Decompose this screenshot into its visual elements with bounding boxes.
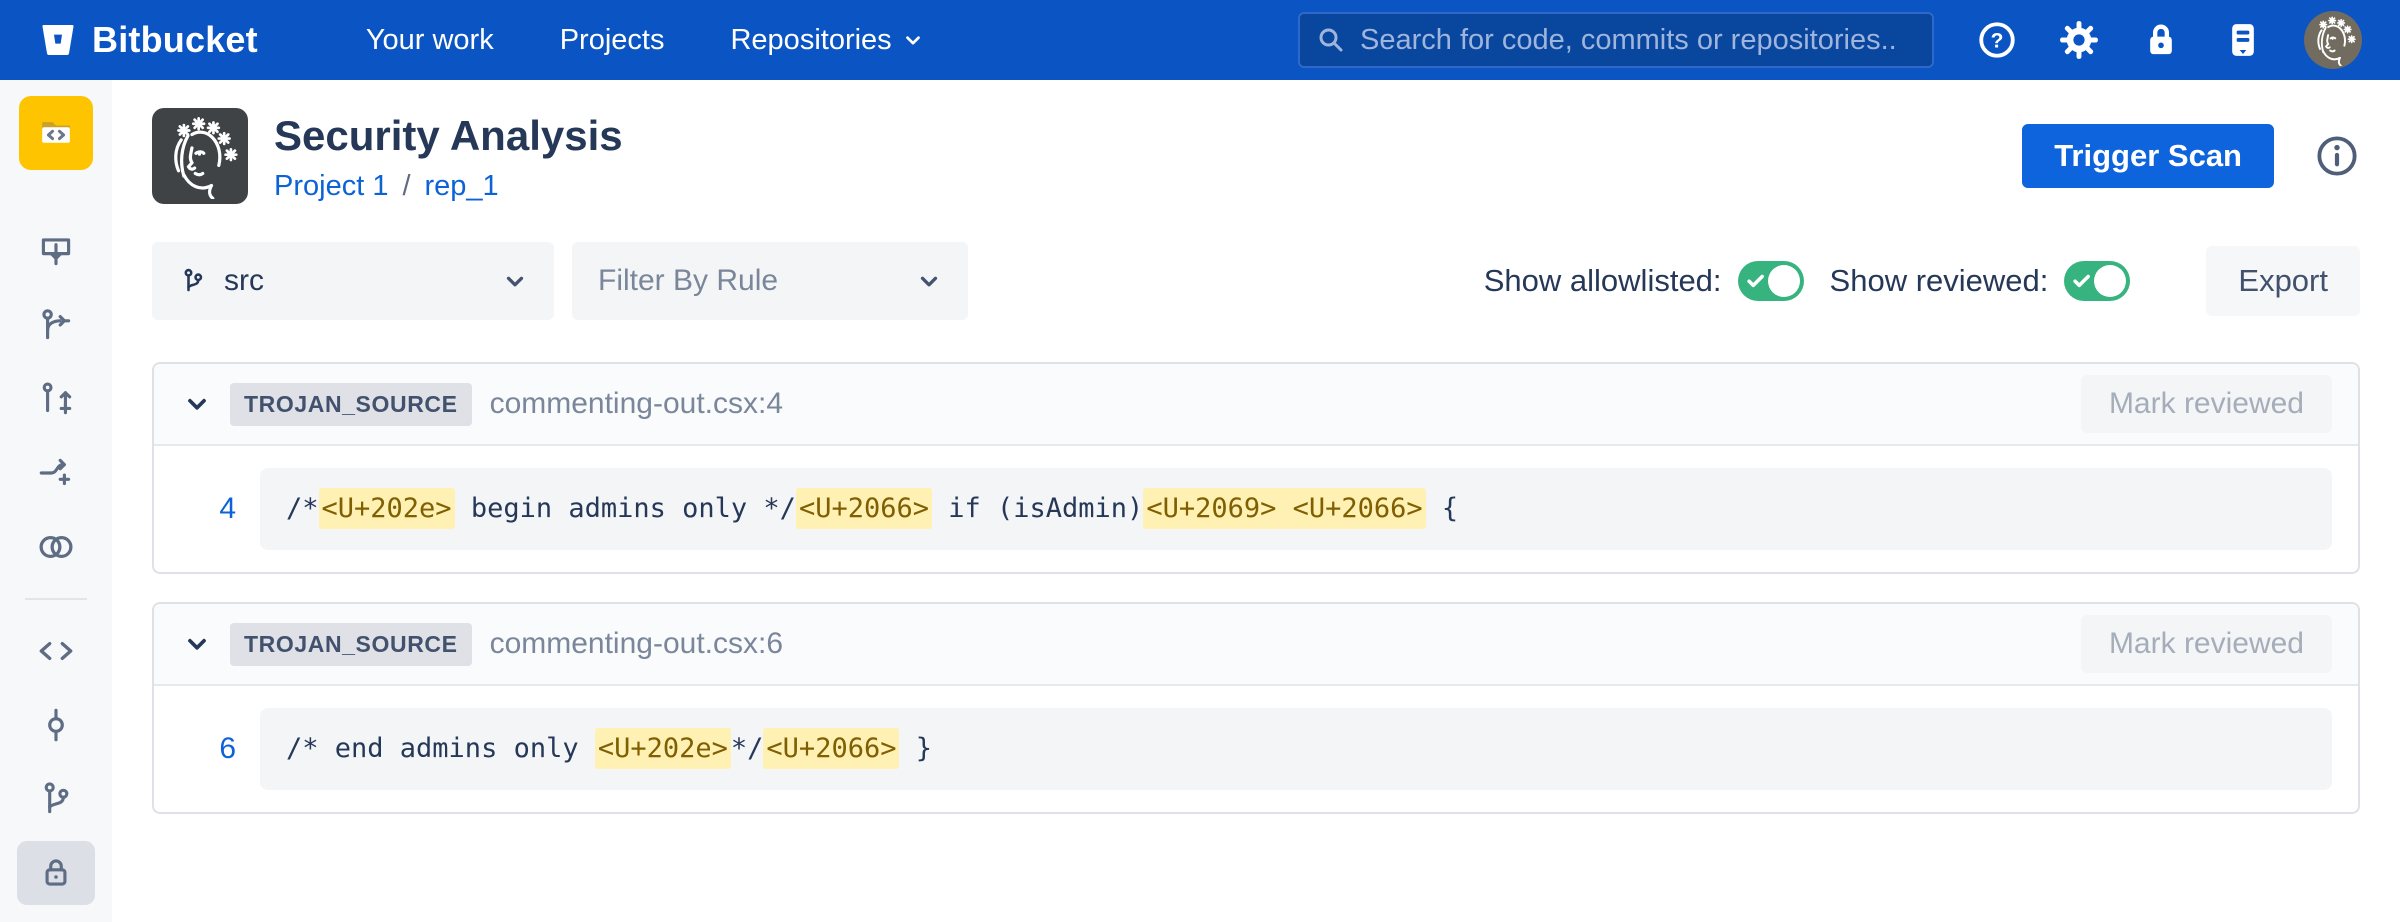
breadcrumb: Project 1 / rep_1 xyxy=(274,170,623,203)
sidebar-divider xyxy=(25,598,87,600)
bitbucket-bucket-icon xyxy=(38,20,78,60)
feedback-icon[interactable] xyxy=(2222,19,2264,61)
chevron-down-icon xyxy=(902,29,924,51)
finding-card-header: TROJAN_SOURCE commenting-out.csx:6 Mark … xyxy=(154,604,2358,686)
rule-badge: TROJAN_SOURCE xyxy=(230,383,472,426)
sidebar-compare-circles-icon[interactable] xyxy=(17,515,95,579)
line-number: 4 xyxy=(180,492,236,526)
filter-toolbar: src Filter By Rule Show allowlisted: xyxy=(152,242,2360,320)
branch-icon xyxy=(178,266,208,296)
check-icon xyxy=(2071,270,2093,292)
sidebar-clone-icon[interactable] xyxy=(17,219,95,283)
unicode-token: <U+202e> xyxy=(595,728,731,769)
branch-select-value: src xyxy=(224,264,264,298)
app-layout: Security Analysis Project 1 / rep_1 Trig… xyxy=(0,80,2400,922)
finding-card-header: TROJAN_SOURCE commenting-out.csx:4 Mark … xyxy=(154,364,2358,446)
finding-card-body: 6 /* end admins only <U+202e>*/<U+2066> … xyxy=(154,686,2358,812)
search-icon xyxy=(1316,25,1346,55)
findings-list: TROJAN_SOURCE commenting-out.csx:4 Mark … xyxy=(152,362,2360,814)
navbar-icons: ? xyxy=(1976,11,2362,69)
search-input[interactable] xyxy=(1358,23,1916,58)
nav-repositories[interactable]: Repositories xyxy=(730,24,923,57)
project-avatar xyxy=(152,108,248,204)
rule-filter-select[interactable]: Filter By Rule xyxy=(572,242,968,320)
settings-gear-icon[interactable] xyxy=(2058,19,2100,61)
show-reviewed-toggle[interactable] xyxy=(2064,261,2130,301)
finding-card: TROJAN_SOURCE commenting-out.csx:6 Mark … xyxy=(152,602,2360,814)
breadcrumb-project-link[interactable]: Project 1 xyxy=(274,170,388,203)
code-block: /*<U+202e> begin admins only */<U+2066> … xyxy=(260,468,2332,550)
finding-card-body: 4 /*<U+202e> begin admins only */<U+2066… xyxy=(154,446,2358,572)
unicode-token: <U+2069> <U+2066> xyxy=(1143,488,1425,529)
toggle-group: Show allowlisted: Show reviewed: xyxy=(1484,246,2360,316)
collapse-chevron-icon[interactable] xyxy=(180,387,214,421)
code-line: /*<U+202e> begin admins only */<U+2066> … xyxy=(286,492,2306,526)
code-block: /* end admins only <U+202e>*/<U+2066> } xyxy=(260,708,2332,790)
toggle-knob xyxy=(2094,265,2126,297)
rule-select-placeholder: Filter By Rule xyxy=(598,264,778,298)
sidebar-pipeline-icon[interactable] xyxy=(17,441,95,505)
trigger-scan-button[interactable]: Trigger Scan xyxy=(2022,124,2274,188)
mark-reviewed-button[interactable]: Mark reviewed xyxy=(2081,375,2332,433)
code-line-row: 6 /* end admins only <U+202e>*/<U+2066> … xyxy=(180,708,2332,790)
user-avatar[interactable] xyxy=(2304,11,2362,69)
show-allowlisted-label: Show allowlisted: xyxy=(1484,263,1722,299)
main-content: Security Analysis Project 1 / rep_1 Trig… xyxy=(112,80,2400,922)
show-reviewed-label: Show reviewed: xyxy=(1830,263,2049,299)
repo-sidebar xyxy=(0,80,112,922)
unicode-token: <U+2066> xyxy=(796,488,932,529)
nav-your-work[interactable]: Your work xyxy=(366,24,494,57)
code-line: /* end admins only <U+202e>*/<U+2066> } xyxy=(286,732,2306,766)
unicode-token: <U+2066> xyxy=(763,728,899,769)
page-title: Security Analysis xyxy=(274,112,623,160)
sidebar-source-icon[interactable] xyxy=(17,619,95,683)
bitbucket-logo[interactable]: Bitbucket xyxy=(38,19,258,61)
primary-nav: Your work Projects Repositories xyxy=(366,24,924,57)
header-actions: Trigger Scan xyxy=(2022,124,2360,188)
branch-select[interactable]: src xyxy=(152,242,554,320)
global-search[interactable] xyxy=(1298,12,1934,68)
sidebar-create-branch-icon[interactable] xyxy=(17,293,95,357)
nav-projects[interactable]: Projects xyxy=(560,24,665,57)
info-icon[interactable] xyxy=(2314,133,2360,179)
rule-badge: TROJAN_SOURCE xyxy=(230,623,472,666)
export-button[interactable]: Export xyxy=(2206,246,2360,316)
collapse-chevron-icon[interactable] xyxy=(180,627,214,661)
show-allowlisted-toggle[interactable] xyxy=(1738,261,1804,301)
lock-icon[interactable] xyxy=(2140,19,2182,61)
code-line-row: 4 /*<U+202e> begin admins only */<U+2066… xyxy=(180,468,2332,550)
breadcrumb-separator: / xyxy=(402,170,410,203)
finding-location: commenting-out.csx:6 xyxy=(490,627,783,661)
finding-location: commenting-out.csx:4 xyxy=(490,387,783,421)
svg-text:?: ? xyxy=(1991,29,2004,52)
chevron-down-icon xyxy=(916,268,942,294)
breadcrumb-repo-link[interactable]: rep_1 xyxy=(425,170,499,203)
brand-name: Bitbucket xyxy=(92,19,258,61)
help-icon[interactable]: ? xyxy=(1976,19,2018,61)
check-icon xyxy=(1745,270,1767,292)
bitbucket-app: Bitbucket Your work Projects Repositorie… xyxy=(0,0,2400,922)
top-navbar: Bitbucket Your work Projects Repositorie… xyxy=(0,0,2400,80)
line-number: 6 xyxy=(180,732,236,766)
sidebar-commits-icon[interactable] xyxy=(17,693,95,757)
chevron-down-icon xyxy=(502,268,528,294)
title-block: Security Analysis Project 1 / rep_1 xyxy=(274,108,623,203)
toggle-knob xyxy=(1768,265,1800,297)
unicode-token: <U+202e> xyxy=(319,488,455,529)
sidebar-branches-icon[interactable] xyxy=(17,767,95,831)
mark-reviewed-button[interactable]: Mark reviewed xyxy=(2081,615,2332,673)
sidebar-create-pull-request-icon[interactable] xyxy=(17,367,95,431)
finding-card: TROJAN_SOURCE commenting-out.csx:4 Mark … xyxy=(152,362,2360,574)
sidebar-security-lock-item[interactable] xyxy=(17,841,95,905)
repo-avatar-folder-code-icon[interactable] xyxy=(19,96,93,170)
page-header: Security Analysis Project 1 / rep_1 Trig… xyxy=(152,108,2360,204)
